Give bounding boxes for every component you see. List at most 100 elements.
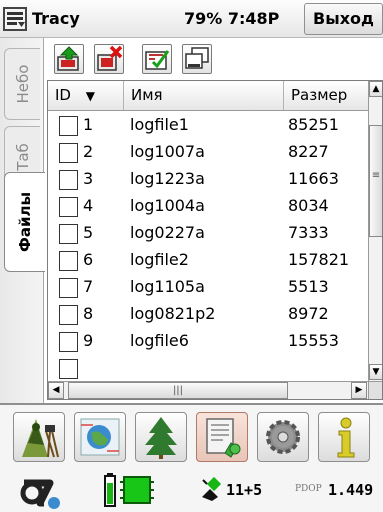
satellite-count: 11+5 <box>226 481 263 499</box>
table-body: 1 logfile1 85251 2 log1007a 8227 3 log12… <box>48 112 368 380</box>
survey-button[interactable] <box>13 412 65 462</box>
column-label: ID <box>55 86 71 104</box>
table-row[interactable]: 2 log1007a 8227 <box>48 139 368 166</box>
battery-clock-status: 79% 7:48P <box>184 9 280 28</box>
start-menu-icon[interactable] <box>2 6 28 32</box>
row-checkbox[interactable] <box>59 305 78 325</box>
cell-size: 8034 <box>288 196 329 215</box>
cell-id: 1 <box>83 115 94 134</box>
pdop-label: PDOP <box>295 484 322 494</box>
table-row[interactable]: 6 logfile2 157821 <box>48 247 368 274</box>
cell-name: log1105a <box>130 277 205 296</box>
cell-name: logfile1 <box>130 115 189 134</box>
tree-icon <box>145 417 177 459</box>
tab-sky[interactable]: Небо <box>4 48 40 120</box>
cell-id: 8 <box>83 304 94 323</box>
satellite-icon <box>202 476 222 501</box>
table-row-partial[interactable] <box>48 355 368 380</box>
pdop-value: 1.449 <box>328 481 374 499</box>
table-row[interactable]: 4 log1004a 8034 <box>48 193 368 220</box>
cell-id: 5 <box>83 223 94 242</box>
table-row[interactable]: 7 log1105a 5513 <box>48 274 368 301</box>
bottom-dock: 11+5 PDOP 1.449 <box>0 403 383 512</box>
row-checkbox[interactable] <box>59 197 78 217</box>
cell-id: 6 <box>83 250 94 269</box>
scroll-down-arrow-icon[interactable]: ▼ <box>369 364 382 380</box>
battery-icon <box>104 473 116 507</box>
cell-size: 8227 <box>288 142 329 161</box>
cell-size: 11663 <box>288 169 339 188</box>
cell-name: logfile2 <box>130 250 189 269</box>
delete-icon <box>97 45 123 71</box>
tab-label: Небо <box>13 64 32 104</box>
memory-chip-icon <box>120 476 154 504</box>
horizontal-scrollbar[interactable]: ◀ ||| ▶ <box>48 381 368 399</box>
vertical-scroll-thumb[interactable]: ≡ <box>369 125 382 237</box>
files-button[interactable] <box>196 412 248 462</box>
map-button[interactable] <box>74 412 126 462</box>
cell-name: log1004a <box>130 196 205 215</box>
cell-name: log0821p2 <box>130 304 216 323</box>
scroll-up-arrow-icon[interactable]: ▲ <box>369 81 382 97</box>
row-checkbox[interactable] <box>59 332 78 352</box>
row-checkbox[interactable] <box>59 359 78 379</box>
survey-icon <box>22 419 59 458</box>
cell-id: 3 <box>83 169 94 188</box>
tree-button[interactable] <box>135 412 187 462</box>
cell-id: 4 <box>83 196 94 215</box>
exit-button[interactable]: Выход <box>304 3 383 35</box>
settings-button[interactable] <box>257 412 309 462</box>
check-all-button[interactable] <box>142 44 172 74</box>
cell-name: log1007a <box>130 142 205 161</box>
cell-id: 9 <box>83 331 94 350</box>
tab-label: Таб <box>13 143 32 171</box>
column-label: Имя <box>131 86 163 104</box>
cell-size: 5513 <box>288 277 329 296</box>
row-checkbox[interactable] <box>59 224 78 244</box>
file-table: ID ▼ Имя Размер 1 logfile1 85251 2 log10… <box>47 80 383 400</box>
cell-name: logfile6 <box>130 331 189 350</box>
cell-name: log1223a <box>130 169 205 188</box>
upload-icon <box>57 46 79 71</box>
column-header-size[interactable]: Размер <box>284 81 368 110</box>
row-checkbox[interactable] <box>59 143 78 163</box>
row-checkbox[interactable] <box>59 278 78 298</box>
table-row[interactable]: 8 log0821p2 8972 <box>48 301 368 328</box>
files-icon <box>206 418 241 458</box>
app-title: Tracy <box>32 9 80 28</box>
cell-size: 8972 <box>288 304 329 323</box>
scroll-left-arrow-icon[interactable]: ◀ <box>48 382 64 399</box>
table-row[interactable]: 1 logfile1 85251 <box>48 112 368 139</box>
upload-button[interactable] <box>54 44 84 74</box>
tab-files[interactable]: Файлы <box>4 172 45 272</box>
scroll-right-arrow-icon[interactable]: ▶ <box>351 382 367 399</box>
table-row[interactable]: 3 log1223a 11663 <box>48 166 368 193</box>
status-row: 11+5 PDOP 1.449 <box>0 469 383 512</box>
row-checkbox[interactable] <box>59 170 78 190</box>
table-row[interactable]: 5 log0227a 7333 <box>48 220 368 247</box>
gps-logo-icon <box>20 479 60 509</box>
sort-desc-icon: ▼ <box>85 89 95 103</box>
table-row[interactable]: 9 logfile6 15553 <box>48 328 368 355</box>
toolbar <box>44 38 383 78</box>
cell-name: log0227a <box>130 223 205 242</box>
column-header-id[interactable]: ID ▼ <box>48 81 124 110</box>
cell-size: 15553 <box>288 331 339 350</box>
settings-icon <box>266 420 300 454</box>
horizontal-scroll-thumb[interactable]: ||| <box>68 382 288 399</box>
info-icon <box>337 417 355 458</box>
scroll-corner <box>368 381 382 399</box>
row-checkbox[interactable] <box>59 116 78 136</box>
side-tabs: Небо Таб Файлы <box>0 38 45 403</box>
tab-label: Файлы <box>16 191 34 253</box>
uncheck-button[interactable] <box>182 44 212 74</box>
vertical-scrollbar[interactable]: ▲ ≡ ▼ <box>368 81 382 381</box>
uncheck-icon <box>185 47 209 69</box>
cell-size: 85251 <box>288 115 339 134</box>
column-header-name[interactable]: Имя <box>124 81 284 110</box>
cell-id: 2 <box>83 142 94 161</box>
column-label: Размер <box>291 86 348 104</box>
delete-button[interactable] <box>94 44 124 74</box>
row-checkbox[interactable] <box>59 251 78 271</box>
info-button[interactable] <box>318 412 370 462</box>
